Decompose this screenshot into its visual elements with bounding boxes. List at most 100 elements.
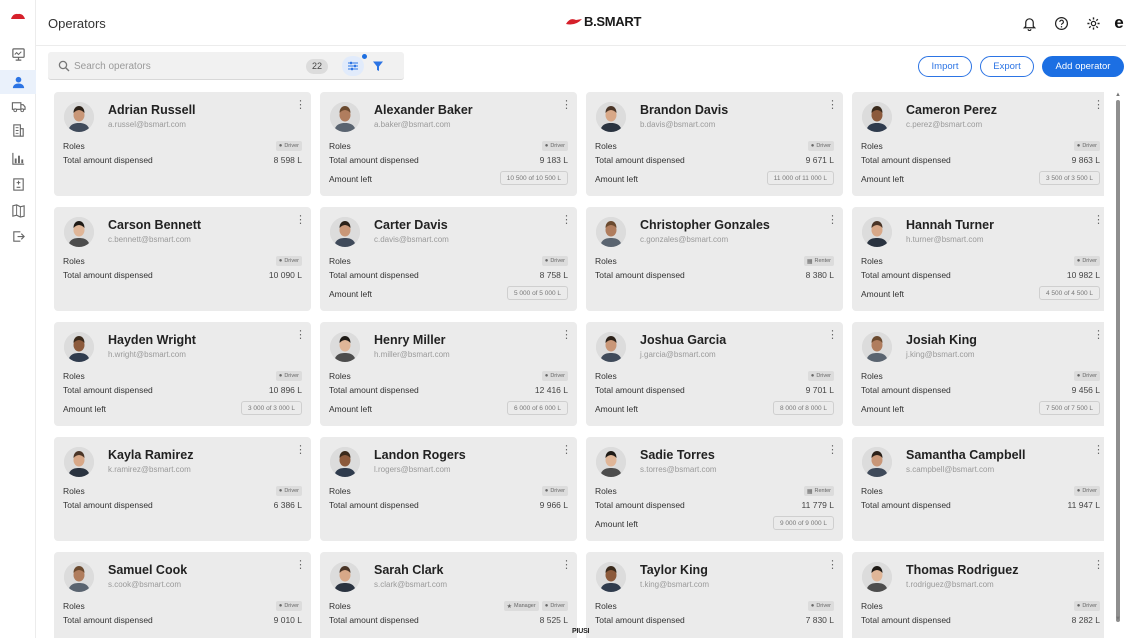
- filter-toggle-button[interactable]: [342, 56, 364, 76]
- more-options-icon[interactable]: ⋮: [827, 330, 838, 341]
- operator-card[interactable]: Adrian Russell a.russel@bsmart.com ⋮ Roles ●…: [54, 92, 311, 196]
- more-options-icon[interactable]: ⋮: [827, 560, 838, 571]
- operator-card[interactable]: Samuel Cook s.cook@bsmart.com ⋮ Roles ● Drive…: [54, 552, 311, 638]
- more-options-icon[interactable]: ⋮: [561, 100, 572, 111]
- more-options-icon[interactable]: ⋮: [1093, 215, 1104, 226]
- operator-card[interactable]: Landon Rogers l.rogers@bsmart.com ⋮ Roles ● D…: [320, 437, 577, 541]
- more-options-icon[interactable]: ⋮: [561, 560, 572, 571]
- operator-card[interactable]: Henry Miller h.miller@bsmart.com ⋮ Roles ● Dr…: [320, 322, 577, 426]
- amount-left-label: Amount left: [861, 289, 904, 299]
- export-button[interactable]: Export: [980, 56, 1034, 77]
- operator-card[interactable]: Sarah Clark s.clark@bsmart.com ⋮ Roles ★ Mana…: [320, 552, 577, 638]
- operator-name[interactable]: Josiah King: [906, 333, 977, 347]
- more-options-icon[interactable]: ⋮: [1093, 100, 1104, 111]
- sidebar-item-export[interactable]: [0, 224, 36, 248]
- more-options-icon[interactable]: ⋮: [561, 445, 572, 456]
- funnel-icon[interactable]: [372, 60, 384, 72]
- more-options-icon[interactable]: ⋮: [295, 330, 306, 341]
- roles-list: ● Driver: [807, 601, 834, 611]
- roles-list: ● Driver: [807, 371, 834, 381]
- scroll-thumb[interactable]: [1116, 100, 1120, 622]
- brand-logo-icon[interactable]: [10, 12, 26, 21]
- operator-name[interactable]: Kayla Ramirez: [108, 448, 193, 462]
- operator-card[interactable]: Samantha Campbell s.campbell@bsmart.com ⋮ R…: [852, 437, 1104, 541]
- operator-name[interactable]: Alexander Baker: [374, 103, 473, 117]
- more-options-icon[interactable]: ⋮: [561, 330, 572, 341]
- more-options-icon[interactable]: ⋮: [561, 215, 572, 226]
- search-input[interactable]: [74, 58, 274, 74]
- help-button[interactable]: [1048, 12, 1074, 34]
- operator-card[interactable]: Joshua Garcia j.garcia@bsmart.com ⋮ Roles ● D…: [586, 322, 843, 426]
- operator-card[interactable]: Carson Bennett c.bennett@bsmart.com ⋮ Roles…: [54, 207, 311, 311]
- operator-card[interactable]: Christopher Gonzales c.gonzales@bsmart.co…: [586, 207, 843, 311]
- sidebar-item-buildings[interactable]: [0, 118, 36, 142]
- operator-card[interactable]: Taylor King t.king@bsmart.com ⋮ Roles ● Drive…: [586, 552, 843, 638]
- more-options-icon[interactable]: ⋮: [827, 215, 838, 226]
- avatar: [596, 447, 626, 477]
- operator-card[interactable]: Brandon Davis b.davis@bsmart.com ⋮ Roles ● Dr…: [586, 92, 843, 196]
- settings-button[interactable]: [1080, 12, 1106, 34]
- role-text: Driver: [816, 603, 831, 609]
- add-operator-button[interactable]: Add operator: [1042, 56, 1124, 77]
- operator-name[interactable]: Taylor King: [640, 563, 708, 577]
- building-icon: ▦: [806, 488, 813, 495]
- operator-card[interactable]: Carter Davis c.davis@bsmart.com ⋮ Roles ● Dri…: [320, 207, 577, 311]
- operator-name[interactable]: Sarah Clark: [374, 563, 443, 577]
- operator-card[interactable]: Sadie Torres s.torres@bsmart.com ⋮ Roles ▦ Re…: [586, 437, 843, 541]
- sidebar-item-vehicles[interactable]: [0, 94, 36, 118]
- search-icon: [58, 60, 70, 72]
- operator-name[interactable]: Samuel Cook: [108, 563, 187, 577]
- operator-card[interactable]: Cameron Perez c.perez@bsmart.com ⋮ Roles ● Dr…: [852, 92, 1104, 196]
- amount-left-label: Amount left: [329, 174, 372, 184]
- operator-name[interactable]: Carter Davis: [374, 218, 448, 232]
- scroll-up-arrow-icon[interactable]: ▲: [1115, 92, 1121, 98]
- notifications-button[interactable]: [1016, 12, 1042, 34]
- more-options-icon[interactable]: ⋮: [1093, 560, 1104, 571]
- more-options-icon[interactable]: ⋮: [295, 215, 306, 226]
- help-icon: [1054, 16, 1068, 30]
- operator-email: b.davis@bsmart.com: [640, 120, 716, 129]
- sidebar-item-dashboard[interactable]: [0, 42, 36, 66]
- more-options-icon[interactable]: ⋮: [295, 100, 306, 111]
- operator-card[interactable]: Josiah King j.king@bsmart.com ⋮ Roles ● Drive…: [852, 322, 1104, 426]
- user-menu-button[interactable]: e: [1112, 12, 1126, 34]
- operator-name[interactable]: Landon Rogers: [374, 448, 466, 462]
- more-options-icon[interactable]: ⋮: [1093, 445, 1104, 456]
- sidebar-item-operators[interactable]: [0, 70, 36, 94]
- operator-name[interactable]: Carson Bennett: [108, 218, 201, 232]
- operator-card[interactable]: Hannah Turner h.turner@bsmart.com ⋮ Roles ● D…: [852, 207, 1104, 311]
- operator-name[interactable]: Hayden Wright: [108, 333, 196, 347]
- sidebar-item-reports[interactable]: [0, 146, 36, 170]
- operator-card[interactable]: Hayden Wright h.wright@bsmart.com ⋮ Roles ● D…: [54, 322, 311, 426]
- operator-card[interactable]: Thomas Rodriguez t.rodriguez@bsmart.com ⋮ R…: [852, 552, 1104, 638]
- import-button[interactable]: Import: [918, 56, 972, 77]
- roles-list: ● Driver: [541, 371, 568, 381]
- operator-name[interactable]: Brandon Davis: [640, 103, 728, 117]
- operator-name[interactable]: Sadie Torres: [640, 448, 715, 462]
- operator-name[interactable]: Thomas Rodriguez: [906, 563, 1019, 577]
- role-text: Driver: [550, 603, 565, 609]
- scrollbar[interactable]: ▲ ▼: [1114, 92, 1122, 628]
- operator-name[interactable]: Henry Miller: [374, 333, 446, 347]
- operator-name[interactable]: Samantha Campbell: [906, 448, 1025, 462]
- amount-left-label: Amount left: [63, 404, 106, 414]
- sidebar-item-devices[interactable]: [0, 172, 36, 196]
- more-options-icon[interactable]: ⋮: [1093, 330, 1104, 341]
- operator-name[interactable]: Hannah Turner: [906, 218, 994, 232]
- operator-name[interactable]: Joshua Garcia: [640, 333, 726, 347]
- operator-card[interactable]: Kayla Ramirez k.ramirez@bsmart.com ⋮ Roles ●…: [54, 437, 311, 541]
- more-options-icon[interactable]: ⋮: [295, 445, 306, 456]
- total-dispensed-label: Total amount dispensed: [63, 270, 153, 280]
- more-options-icon[interactable]: ⋮: [827, 445, 838, 456]
- roles-list: ● Driver: [1073, 486, 1100, 496]
- operator-name[interactable]: Cameron Perez: [906, 103, 997, 117]
- scroll-down-arrow-icon[interactable]: ▼: [1115, 616, 1121, 622]
- more-options-icon[interactable]: ⋮: [827, 100, 838, 111]
- operator-name[interactable]: Adrian Russell: [108, 103, 196, 117]
- sidebar-item-map[interactable]: [0, 198, 36, 222]
- more-options-icon[interactable]: ⋮: [295, 560, 306, 571]
- operator-card[interactable]: Alexander Baker a.baker@bsmart.com ⋮ Roles ●…: [320, 92, 577, 196]
- operator-email: a.baker@bsmart.com: [374, 120, 451, 129]
- operator-name[interactable]: Christopher Gonzales: [640, 218, 770, 232]
- search-toolbar: 22: [48, 52, 404, 80]
